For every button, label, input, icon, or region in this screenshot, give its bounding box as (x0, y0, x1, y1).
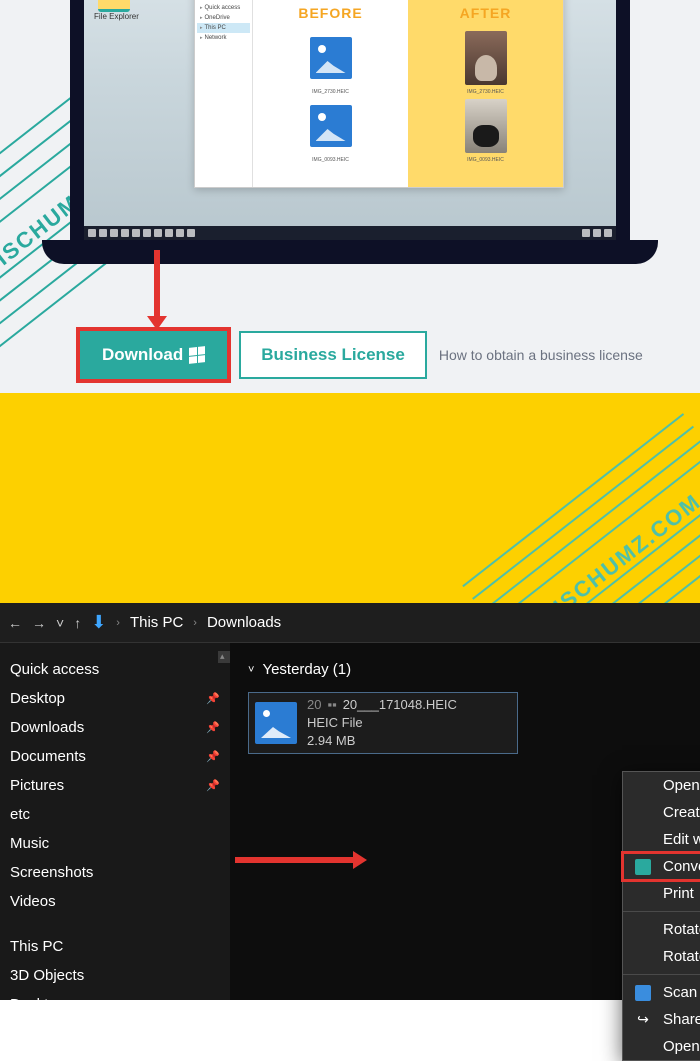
downloads-icon: ⬇ (91, 612, 106, 633)
top-product-section: TECHSCHUMZ.COM File Explorer This PC › W… (0, 0, 700, 393)
download-label: Download (102, 345, 183, 365)
shield-icon (635, 985, 651, 1001)
mini-explorer-main: BEFORE IMG_2730.HEIC IMG_0093.HEIC AFTER… (253, 0, 563, 187)
nav-bar: ← → ˅ ↑ ⬇ › This PC › Downloads (0, 603, 700, 643)
license-link[interactable]: How to obtain a business license (439, 347, 643, 363)
file-explorer-label: File Explorer (94, 12, 139, 21)
mini-sb-network: Network (205, 35, 227, 41)
context-menu: Open Create a new video Edit with Photos… (622, 771, 700, 1061)
file-thumbnail-icon (255, 702, 297, 744)
heic-thumb-2-label: IMG_0093.HEIC (312, 157, 349, 163)
dark-body: Quick access Desktop📌 Downloads📌 Documen… (0, 643, 700, 1000)
nav-dropdown-icon[interactable]: ˅ (56, 615, 64, 631)
sidebar-desktop[interactable]: Desktop📌 (0, 684, 230, 713)
dark-explorer-section: ← → ˅ ↑ ⬇ › This PC › Downloads Quick ac… (0, 603, 700, 1000)
menu-open[interactable]: Open (623, 772, 700, 799)
group-label: Yesterday (1) (262, 661, 351, 678)
mini-sb-onedrive: OneDrive (205, 15, 230, 21)
red-arrow-down (154, 250, 160, 320)
breadcrumb-sep: › (116, 617, 120, 629)
windows-icon (189, 346, 205, 364)
business-license-label: Business License (261, 345, 405, 365)
heic-thumb-1-label: IMG_2730.HEIC (312, 89, 349, 95)
heic-thumb-1 (304, 31, 358, 85)
file-card[interactable]: 20▪▪20___171048.HEIC HEIC File 2.94 MB (248, 692, 518, 754)
sidebar-videos[interactable]: Videos (0, 887, 230, 916)
breadcrumb-thispc[interactable]: This PC (130, 614, 183, 631)
sidebar-desktop2[interactable]: Desktop (0, 990, 230, 1019)
pin-icon: 📌 (206, 721, 220, 734)
download-button[interactable]: Download (80, 331, 227, 379)
pin-icon: 📌 (206, 750, 220, 763)
watermark-text-2: TECHSCHUMZ.COM (502, 464, 700, 603)
mini-sb-quick: Quick access (205, 5, 241, 11)
nav-up-icon[interactable]: ↑ (74, 615, 81, 631)
menu-convert-jpeg[interactable]: Convert to JPEG with CopyTrans (623, 853, 700, 880)
before-column: BEFORE IMG_2730.HEIC IMG_0093.HEIC (253, 0, 408, 187)
menu-print[interactable]: Print (623, 880, 700, 907)
heic-thumb-2 (304, 99, 358, 153)
sidebar-pictures[interactable]: Pictures📌 (0, 771, 230, 800)
sidebar-screenshots[interactable]: Screenshots (0, 858, 230, 887)
sidebar-music[interactable]: Music (0, 829, 230, 858)
file-name: 20___171048.HEIC (343, 696, 457, 714)
breadcrumb-sep: › (193, 617, 197, 629)
mini-explorer-body: ▸Quick access ▸OneDrive ▸This PC ▸Networ… (195, 0, 563, 187)
sidebar-3d-objects[interactable]: 3D Objects (0, 961, 230, 990)
menu-rotate-left[interactable]: Rotate left (623, 943, 700, 970)
mini-sb-thispc: This PC (205, 25, 226, 31)
mini-explorer-sidebar: ▸Quick access ▸OneDrive ▸This PC ▸Networ… (195, 0, 253, 187)
sidebar-downloads[interactable]: Downloads📌 (0, 713, 230, 742)
photo-thumb-2-label: IMG_0093.HEIC (467, 157, 504, 163)
pin-icon: 📌 (206, 779, 220, 792)
file-size: 2.94 MB (307, 732, 457, 750)
file-explorer-icon (98, 0, 130, 12)
dark-sidebar: Quick access Desktop📌 Downloads📌 Documen… (0, 643, 230, 1000)
menu-edit-photos[interactable]: Edit with Photos (623, 826, 700, 853)
taskbar (84, 226, 616, 240)
menu-create-video[interactable]: Create a new video (623, 799, 700, 826)
sidebar-quick-access[interactable]: Quick access (0, 655, 230, 684)
nav-back-icon[interactable]: ← (8, 615, 22, 631)
nav-forward-icon[interactable]: → (32, 615, 46, 631)
laptop-screen: File Explorer This PC › Windows (C:) › C… (70, 0, 630, 240)
before-title: BEFORE (298, 5, 362, 21)
laptop-mockup: File Explorer This PC › Windows (C:) › C… (70, 0, 630, 264)
mini-explorer-window: This PC › Windows (C:) › CopyTrans ▸Quic… (194, 0, 564, 188)
menu-share[interactable]: ↪Share (623, 1006, 700, 1033)
menu-open-with[interactable]: Open with› (623, 1033, 700, 1060)
after-column: AFTER IMG_2730.HEIC IMG_0093.HEIC (408, 0, 563, 187)
menu-separator (623, 974, 700, 975)
share-icon: ↪ (635, 1012, 651, 1028)
scrollbar-up[interactable] (218, 651, 230, 663)
photo-thumb-1-label: IMG_2730.HEIC (467, 89, 504, 95)
group-header[interactable]: ˅ Yesterday (1) (248, 661, 682, 678)
copytrans-icon (635, 859, 651, 875)
dark-main: ˅ Yesterday (1) 20▪▪20___171048.HEIC HEI… (230, 643, 700, 1000)
sidebar-thispc[interactable]: This PC (0, 932, 230, 961)
photo-thumb-1 (459, 31, 513, 85)
menu-scan-defender[interactable]: Scan with Windows Defender... (623, 979, 700, 1006)
after-title: AFTER (460, 5, 512, 21)
red-arrow-right (235, 857, 355, 863)
sidebar-documents[interactable]: Documents📌 (0, 742, 230, 771)
laptop-base (42, 240, 658, 264)
watermark-lines-2: TECHSCHUMZ.COM (462, 413, 700, 603)
menu-separator (623, 911, 700, 912)
buttons-row: Download Business License How to obtain … (80, 331, 643, 379)
photo-thumb-2 (459, 99, 513, 153)
file-type: HEIC File (307, 714, 457, 732)
business-license-button[interactable]: Business License (239, 331, 427, 379)
chevron-down-icon: ˅ (248, 664, 254, 676)
yellow-band: TECHSCHUMZ.COM (0, 393, 700, 603)
breadcrumb-downloads[interactable]: Downloads (207, 614, 281, 631)
pin-icon: 📌 (206, 692, 220, 705)
file-meta: 20▪▪20___171048.HEIC HEIC File 2.94 MB (307, 696, 457, 751)
sidebar-etc[interactable]: etc (0, 800, 230, 829)
menu-rotate-right[interactable]: Rotate right (623, 916, 700, 943)
